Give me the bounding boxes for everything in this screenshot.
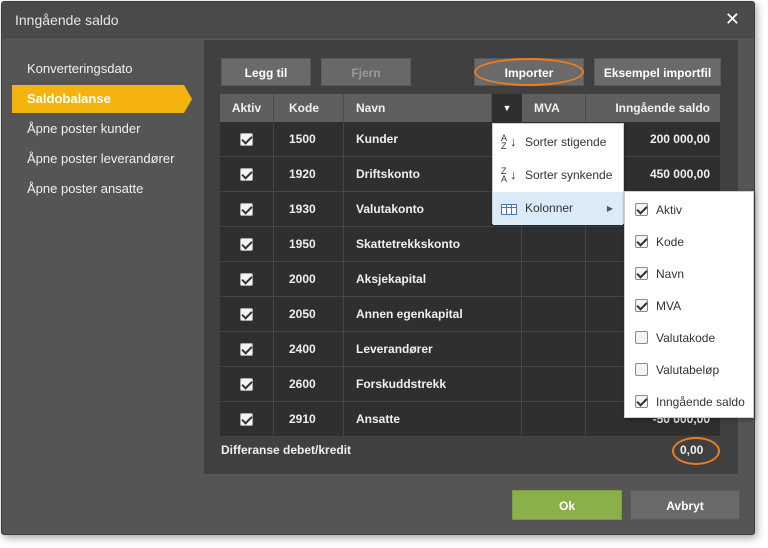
row-mva [522,332,586,367]
column-toggle-valutabelop[interactable]: Valutabeløp [625,354,753,386]
submenu-arrow-icon: ▶ [606,204,613,213]
row-aktiv-cell[interactable] [220,227,274,262]
column-toggle-checkbox[interactable] [635,331,648,344]
row-aktiv-cell[interactable] [220,192,274,227]
sort-ascending-label: Sorter stigende [525,135,607,149]
cancel-button[interactable]: Avbryt [630,490,740,520]
row-aktiv-cell[interactable] [220,402,274,437]
sort-descending-item[interactable]: Z A ↓ Sorter synkende [493,159,623,192]
row-aktiv-checkbox[interactable] [240,168,253,182]
table-header: Aktiv Kode Navn MVA Inngående saldo ▼ [220,94,720,122]
row-kode: 2600 [274,367,344,402]
row-aktiv-cell[interactable] [220,262,274,297]
sort-ascending-icon: A Z ↓ [501,133,517,151]
column-toggle-aktiv[interactable]: Aktiv [625,194,753,226]
column-toggle-label: Inngående saldo [656,395,745,409]
row-aktiv-checkbox[interactable] [240,133,253,147]
titlebar: Inngående saldo ✕ [2,2,754,38]
column-toggle-checkbox[interactable] [635,203,648,216]
row-aktiv-cell[interactable] [220,297,274,332]
row-kode: 1950 [274,227,344,262]
row-kode: 1500 [274,122,344,157]
close-icon[interactable]: ✕ [725,10,740,28]
columns-label: Kolonner [525,201,574,215]
ok-button[interactable]: Ok [512,490,622,520]
row-navn: Skattetrekkskonto [344,227,522,262]
column-toggle-checkbox[interactable] [635,395,648,408]
row-aktiv-checkbox[interactable] [240,238,253,252]
col-header-inngaende-saldo[interactable]: Inngående saldo [586,94,720,122]
table-row[interactable]: 1920 Driftskonto 450 000,00 [220,157,720,192]
row-kode: 1930 [274,192,344,227]
row-kode: 2050 [274,297,344,332]
column-toggle-label: Navn [656,267,685,281]
column-toggle-label: Kode [656,235,685,249]
row-mva [522,262,586,297]
table-row[interactable]: 1500 Kunder 200 000,00 [220,122,720,157]
row-aktiv-cell[interactable] [220,122,274,157]
row-aktiv-checkbox[interactable] [240,203,253,217]
col-header-mva[interactable]: MVA [522,94,586,122]
col-header-navn[interactable]: Navn [344,94,492,122]
row-aktiv-cell[interactable] [220,157,274,192]
columns-submenu: Aktiv Kode Navn MVA Valutakode Valutabel… [624,191,754,418]
column-toggle-inngaende-saldo[interactable]: Inngående saldo [625,386,753,418]
sidebar-item-apne-poster-ansatte[interactable]: Åpne poster ansatte [12,175,184,203]
import-button[interactable]: Importer [474,58,584,86]
column-toggle-checkbox[interactable] [635,299,648,312]
row-mva [522,402,586,437]
column-toggle-label: Aktiv [656,203,683,217]
row-mva [522,227,586,262]
column-toggle-label: Valutakode [656,331,716,345]
sidebar-item-konverteringsdato[interactable]: Konverteringsdato [12,55,184,83]
row-navn: Ansatte [344,402,522,437]
sort-ascending-item[interactable]: A Z ↓ Sorter stigende [493,126,623,159]
col-header-kode[interactable]: Kode [274,94,344,122]
sidebar-item-saldobalanse[interactable]: Saldobalanse [12,85,192,113]
difference-value: 0,00 [680,443,704,457]
row-aktiv-checkbox[interactable] [240,308,253,322]
row-kode: 2910 [274,402,344,437]
row-navn: Leverandører [344,332,522,367]
row-aktiv-cell[interactable] [220,367,274,402]
add-button[interactable]: Legg til [221,58,311,86]
column-toggle-checkbox[interactable] [635,235,648,248]
row-aktiv-checkbox[interactable] [240,378,253,392]
col-header-aktiv[interactable]: Aktiv [220,94,274,122]
column-toggle-label: MVA [656,299,682,313]
row-aktiv-cell[interactable] [220,332,274,367]
row-navn: Annen egenkapital [344,297,522,332]
row-aktiv-checkbox[interactable] [240,413,253,427]
row-kode: 1920 [274,157,344,192]
row-mva [522,367,586,402]
sidebar-item-apne-poster-kunder[interactable]: Åpne poster kunder [12,115,184,143]
columns-icon [501,204,517,220]
column-toggle-kode[interactable]: Kode [625,226,753,258]
column-menu-trigger-icon[interactable]: ▼ [492,94,522,122]
row-aktiv-checkbox[interactable] [240,343,253,357]
column-toggle-valutakode[interactable]: Valutakode [625,322,753,354]
column-toggle-navn[interactable]: Navn [625,258,753,290]
columns-menu-item[interactable]: Kolonner ▶ [493,192,623,225]
sort-descending-label: Sorter synkende [525,168,613,182]
row-navn: Aksjekapital [344,262,522,297]
row-kode: 2000 [274,262,344,297]
example-import-file-button[interactable]: Eksempel importfil [594,58,721,86]
column-toggle-checkbox[interactable] [635,363,648,376]
row-kode: 2400 [274,332,344,367]
remove-button[interactable]: Fjern [321,58,411,86]
sidebar-item-apne-poster-leverandorer[interactable]: Åpne poster leverandører [12,145,184,173]
column-toggle-mva[interactable]: MVA [625,290,753,322]
column-toggle-label: Valutabeløp [656,363,720,377]
row-aktiv-checkbox[interactable] [240,273,253,287]
dialog-title: Inngående saldo [15,12,119,28]
column-menu: A Z ↓ Sorter stigende Z A ↓ Sorter synkende … [492,123,624,225]
difference-label: Differanse debet/kredit [221,443,352,457]
column-toggle-checkbox[interactable] [635,267,648,280]
sort-descending-icon: Z A ↓ [501,166,517,184]
row-mva [522,297,586,332]
row-navn: Forskuddstrekk [344,367,522,402]
